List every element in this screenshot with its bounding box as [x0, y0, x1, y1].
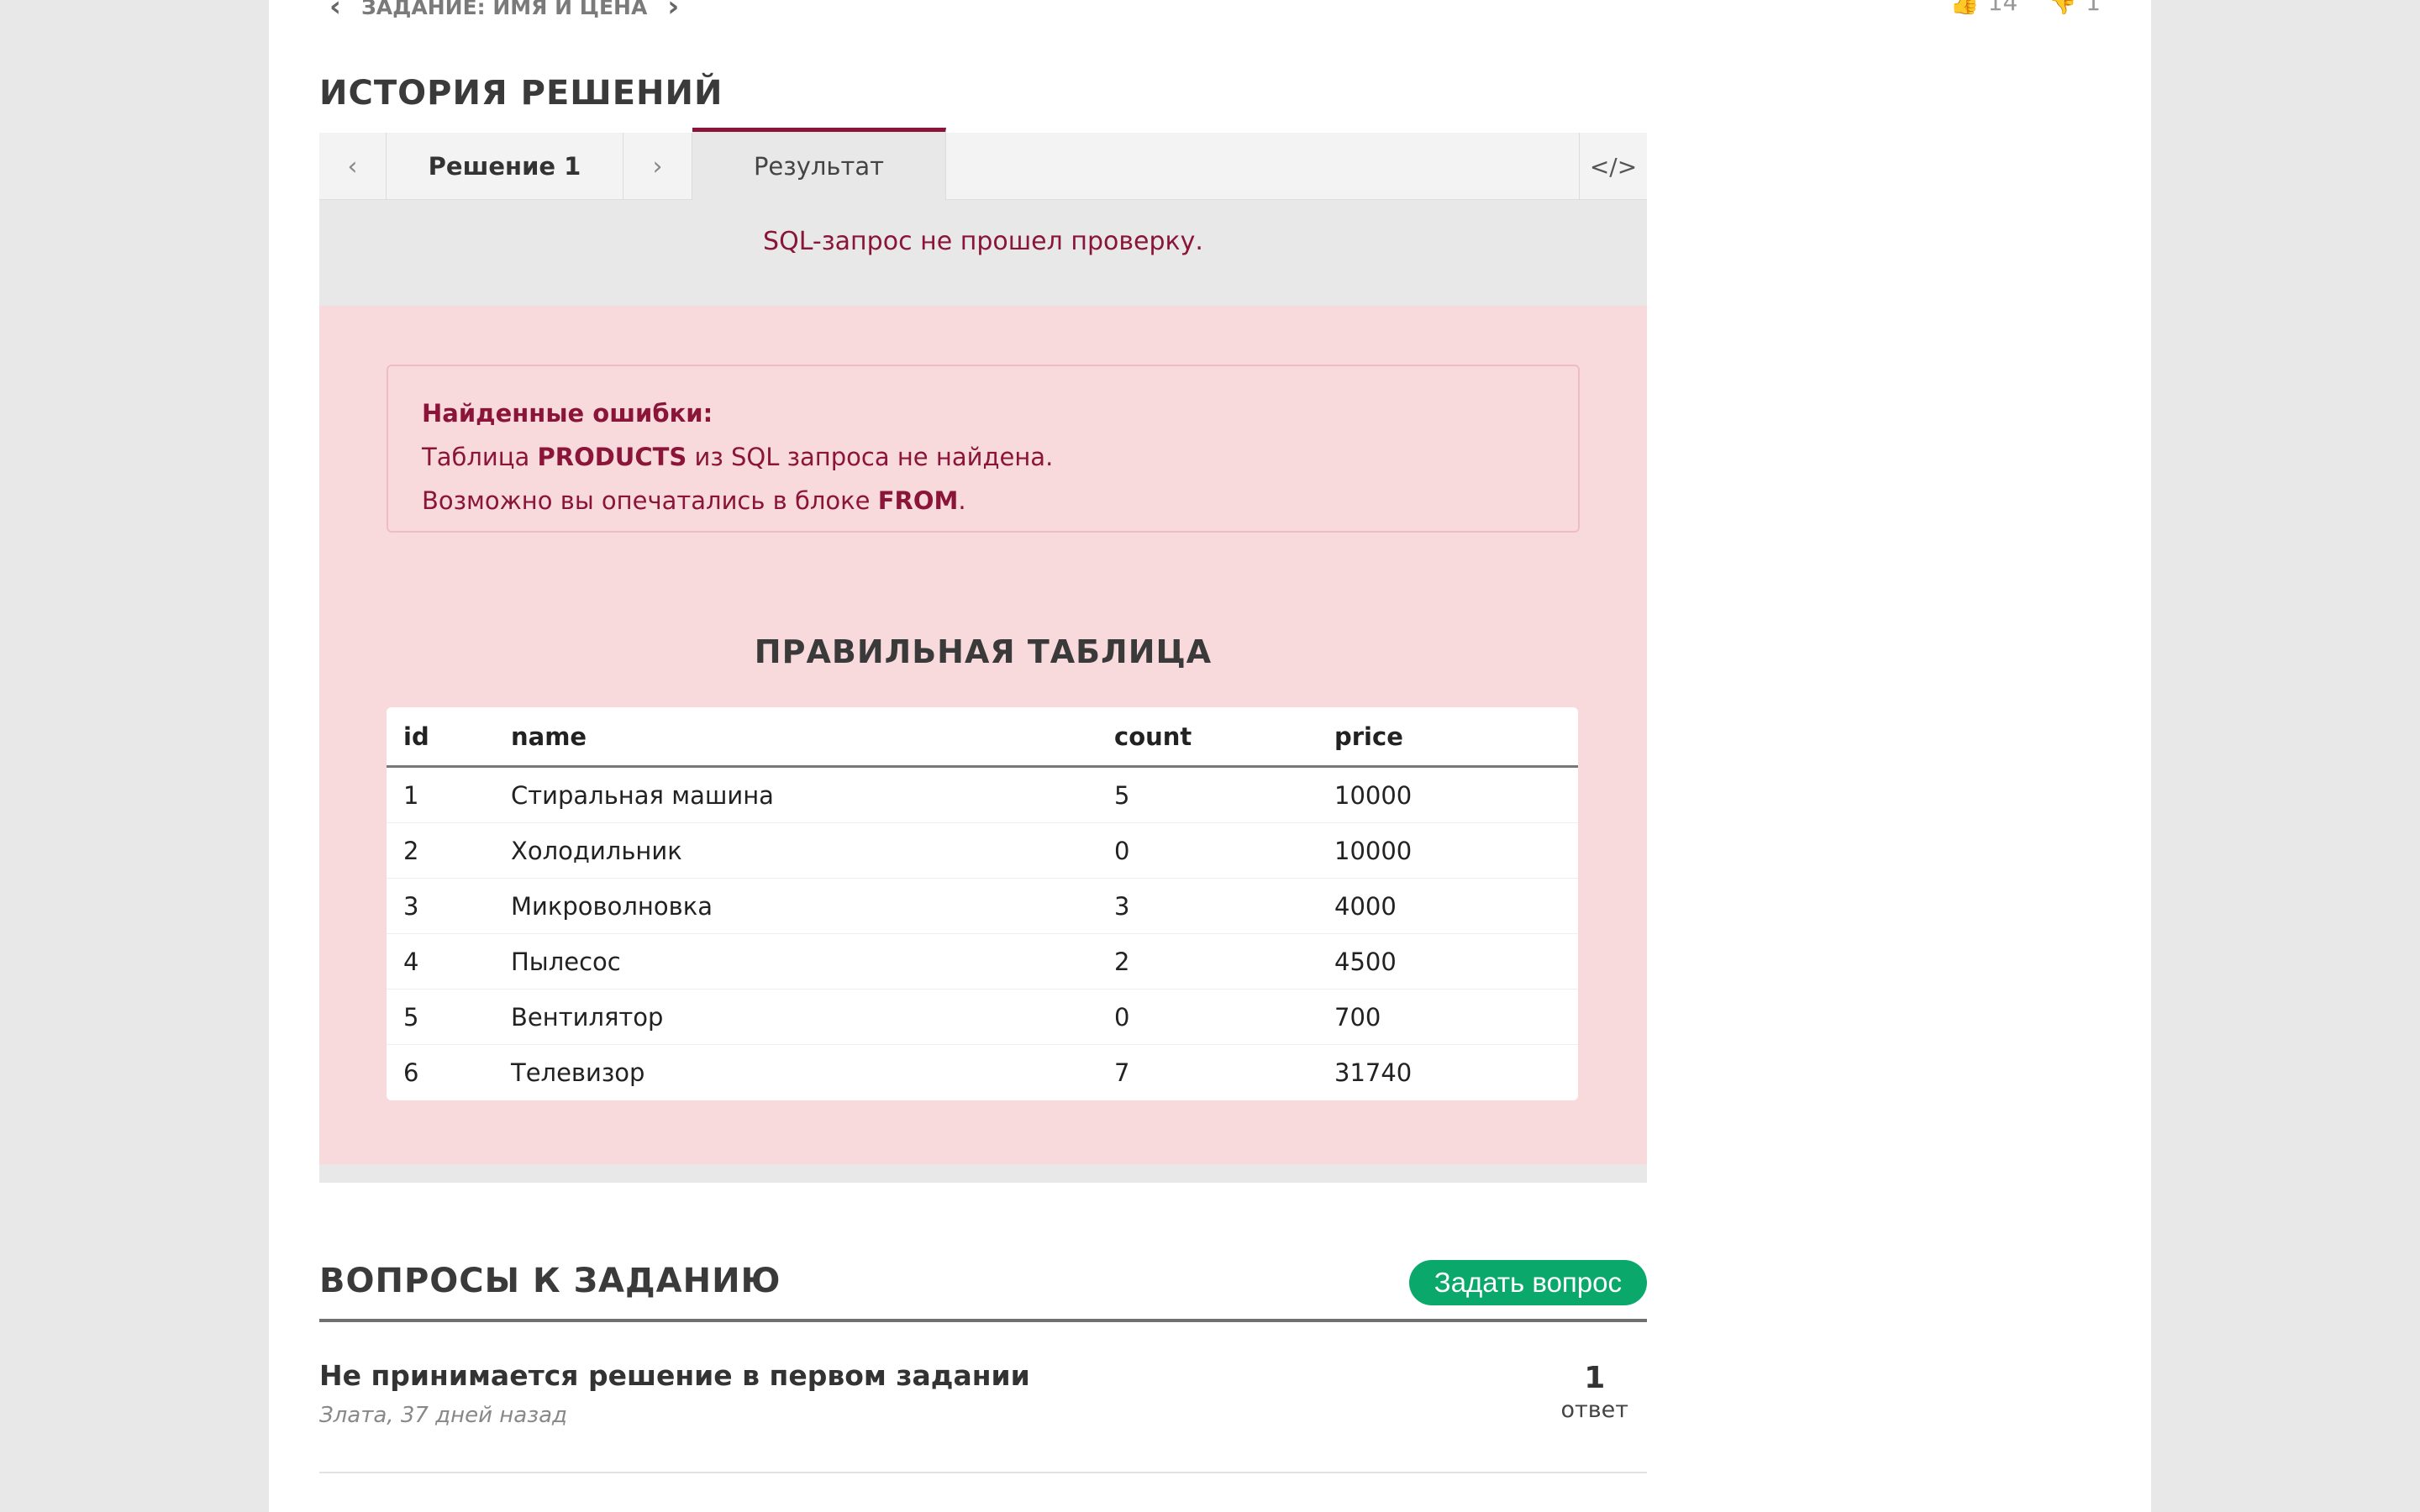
column-header: name [511, 722, 587, 751]
column-header: id [403, 722, 429, 751]
votes: 👍 14 👎 1 [1950, 0, 2101, 16]
column-header: price [1334, 722, 1403, 751]
error-line-1: Таблица PRODUCTS из SQL запроса не найде… [422, 443, 1054, 471]
next-solution-button[interactable]: › [623, 133, 692, 200]
questions-header: ВОПРОСЫ К ЗАДАНИЮ Задать вопрос [319, 1257, 1647, 1322]
table-cell: Пылесос [511, 947, 621, 976]
table-cell: 2 [1114, 947, 1130, 976]
tab-spacer [946, 133, 1580, 200]
table-cell: 700 [1334, 1002, 1381, 1032]
error-heading: Найденные ошибки: [422, 399, 713, 428]
like-count: 14 [1987, 0, 2018, 16]
table-cell: 10000 [1334, 780, 1413, 810]
table-cell: 4500 [1334, 947, 1397, 976]
question-item[interactable]: Не принимается решение в первом задании … [319, 1344, 1647, 1473]
table-cell: 4000 [1334, 891, 1397, 921]
table-cell: 1 [403, 780, 419, 810]
table-cell: Микроволновка [511, 891, 713, 921]
chevron-left-icon[interactable]: ‹ [329, 0, 341, 24]
table-cell: 2 [403, 836, 419, 865]
table-cell: Вентилятор [511, 1002, 664, 1032]
breadcrumb-label[interactable]: ЗАДАНИЕ: ИМЯ И ЦЕНА [361, 0, 647, 19]
tab-result[interactable]: Результат [692, 128, 946, 200]
table-cell: 10000 [1334, 836, 1413, 865]
dislike-count: 1 [2086, 0, 2101, 16]
tab-solution[interactable]: Решение 1 [387, 133, 623, 200]
solution-panel: ‹ Решение 1 › Результат </> SQL-запрос н… [319, 128, 1647, 1183]
result-area: Найденные ошибки: Таблица PRODUCTS из SQ… [319, 306, 1647, 1164]
table-cell: Стиральная машина [511, 780, 774, 810]
page-content: ‹ ЗАДАНИЕ: ИМЯ И ЦЕНА › 👍 14 👎 1 ИСТОРИЯ… [269, 0, 2151, 1512]
table-row: 4 Пылесос 2 4500 [387, 934, 1578, 990]
table-row: 3 Микроволновка 3 4000 [387, 879, 1578, 934]
answer-count-number: 1 [1584, 1361, 1606, 1395]
column-header: count [1114, 722, 1192, 751]
table-cell: 31740 [1334, 1058, 1413, 1087]
history-title: ИСТОРИЯ РЕШЕНИЙ [319, 74, 723, 113]
table-cell: 7 [1114, 1058, 1130, 1087]
table-cell: Холодильник [511, 836, 682, 865]
question-title[interactable]: Не принимается решение в первом задании [319, 1359, 1030, 1392]
table-cell: 5 [403, 1002, 419, 1032]
table-cell: 0 [1114, 836, 1130, 865]
ask-question-button[interactable]: Задать вопрос [1408, 1260, 1647, 1305]
table-row: 2 Холодильник 0 10000 [387, 823, 1578, 879]
table-cell: 3 [1114, 891, 1130, 921]
questions-title: ВОПРОСЫ К ЗАДАНИЮ [319, 1262, 781, 1300]
thumbs-down-icon: 👎 [2048, 0, 2078, 16]
answer-count-label: ответ [1560, 1397, 1629, 1423]
prev-solution-button[interactable]: ‹ [319, 133, 387, 200]
status-message: SQL-запрос не прошел проверку. [763, 227, 1203, 256]
error-box: Найденные ошибки: Таблица PRODUCTS из SQ… [387, 365, 1580, 533]
table-row: 6 Телевизор 7 31740 [387, 1045, 1578, 1100]
table-cell: 6 [403, 1058, 419, 1087]
chevron-right-icon[interactable]: › [667, 0, 679, 24]
correct-table-title: ПРАВИЛЬНАЯ ТАБЛИЦА [754, 633, 1213, 670]
correct-table: id name count price 1 Стиральная машина … [387, 707, 1578, 1100]
table-cell: 3 [403, 891, 419, 921]
dislike-button[interactable]: 👎 1 [2048, 0, 2101, 16]
breadcrumb: ‹ ЗАДАНИЕ: ИМЯ И ЦЕНА › [329, 0, 679, 24]
table-row: 1 Стиральная машина 5 10000 [387, 768, 1578, 823]
tab-bar: ‹ Решение 1 › Результат </> [319, 128, 1647, 200]
answer-count: 1 ответ [1561, 1361, 1629, 1423]
like-button[interactable]: 👍 14 [1950, 0, 2018, 16]
table-row: 5 Вентилятор 0 700 [387, 990, 1578, 1045]
table-header: id name count price [387, 707, 1578, 768]
question-meta: Злата, 37 дней назад [319, 1403, 567, 1428]
table-cell: 5 [1114, 780, 1130, 810]
thumbs-up-icon: 👍 [1949, 0, 1980, 16]
code-icon[interactable]: </> [1580, 133, 1647, 200]
error-line-2: Возможно вы опечатались в блоке FROM. [422, 486, 966, 515]
table-cell: Телевизор [511, 1058, 645, 1087]
table-cell: 4 [403, 947, 419, 976]
table-cell: 0 [1114, 1002, 1130, 1032]
